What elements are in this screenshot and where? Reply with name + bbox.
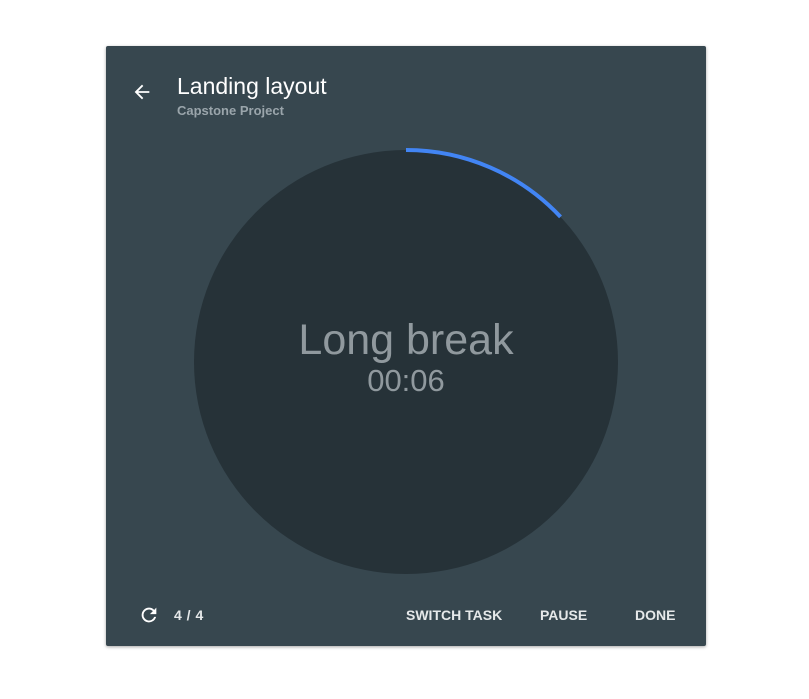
session-counter: 4 / 4 xyxy=(136,602,204,628)
reset-button[interactable] xyxy=(136,602,162,628)
project-subtitle: Capstone Project xyxy=(177,103,284,118)
time-remaining: 00:06 xyxy=(367,363,445,398)
pause-button[interactable]: PAUSE xyxy=(540,604,587,626)
timer-dial: Long break 00:06 xyxy=(188,144,624,580)
session-count: 4 / 4 xyxy=(174,607,204,623)
refresh-icon xyxy=(141,607,157,623)
timer-card: Landing layout Capstone Project Long bre… xyxy=(106,46,706,646)
back-button[interactable] xyxy=(126,76,158,108)
phase-label: Long break xyxy=(298,316,514,364)
done-button[interactable]: DONE xyxy=(635,604,675,626)
arrow-back-icon xyxy=(134,84,150,100)
task-title: Landing layout xyxy=(177,73,327,99)
switch-task-button[interactable]: SWITCH TASK xyxy=(406,604,502,626)
